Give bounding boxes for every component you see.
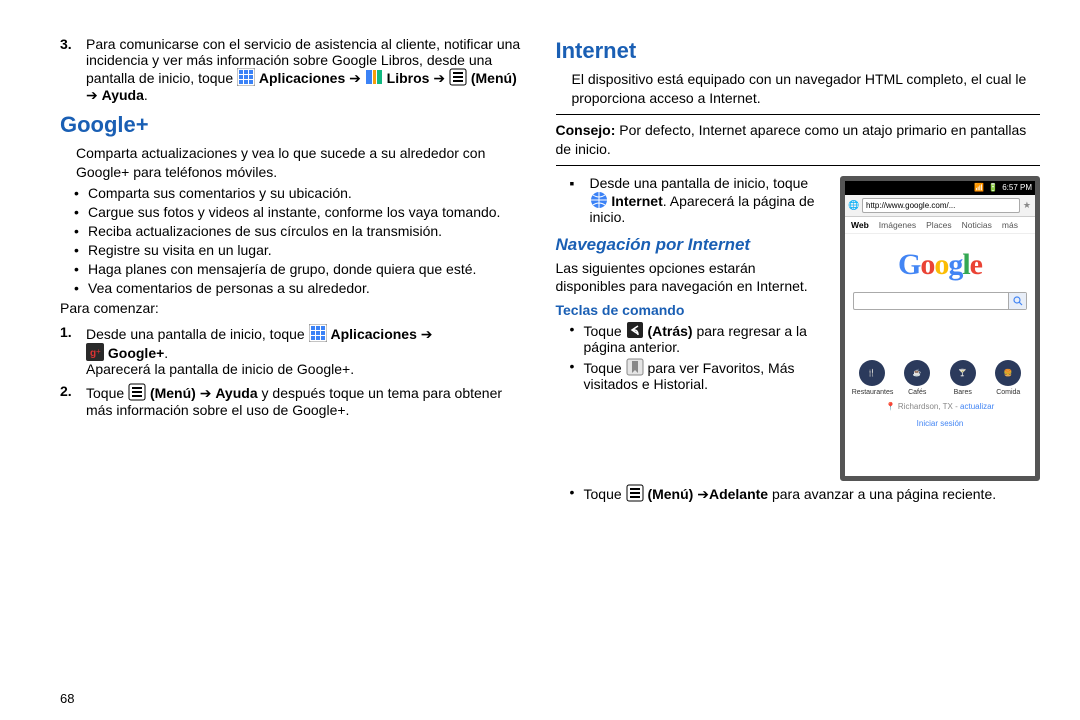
googleplus-intro: Comparta actualizaciones y vea lo que su…: [60, 144, 526, 182]
label-menu: (Menú): [150, 385, 196, 401]
bookmark-icon: [626, 358, 644, 376]
bullet-item: •Haga planes con mensajería de grupo, do…: [60, 261, 526, 277]
divider: [556, 165, 1041, 166]
arrow: ➔: [349, 70, 361, 86]
globe-icon: [590, 191, 608, 209]
heading-googleplus: Google+: [60, 112, 526, 138]
gplus-step-2: 2. Toque (Menú) ➔ Ayuda y después toque …: [60, 383, 526, 418]
back-key-icon: [626, 321, 644, 339]
google-logo: Google: [845, 248, 1035, 282]
search-tabs: Web Imágenes Places Noticias más: [845, 217, 1035, 234]
step-3-number: 3.: [60, 36, 86, 104]
tab-web[interactable]: Web: [851, 220, 869, 230]
square-bullet-icon: ▪: [570, 175, 590, 225]
bookmark-star-icon[interactable]: ★: [1023, 200, 1031, 211]
arrow: ➔: [86, 87, 98, 103]
cmd-bullet: • Toque (Atrás) para regresar a la págin…: [556, 321, 829, 355]
googleplus-icon: g+: [86, 343, 104, 361]
label-aplicaciones: Aplicaciones: [331, 326, 417, 342]
step-3: 3. Para comunicarse con el servicio de a…: [60, 36, 526, 104]
tab-places[interactable]: Places: [926, 220, 952, 230]
url-bar[interactable]: 🌐 http://www.google.com/... ★: [845, 195, 1035, 217]
internet-intro: El dispositivo está equipado con un nave…: [556, 70, 1041, 108]
nav-intro: Las siguientes opciones estarán disponib…: [556, 259, 829, 297]
label-googleplus: Google+: [108, 345, 164, 361]
heading-navegacion: Navegación por Internet: [556, 235, 829, 255]
tab-news[interactable]: Noticias: [962, 220, 992, 230]
heading-teclas: Teclas de comando: [556, 302, 829, 318]
consejo-label: Consejo:: [556, 122, 616, 138]
bullet-item: •Cargue sus fotos y videos al instante, …: [60, 204, 526, 220]
consejo-line: Consejo: Por defecto, Internet aparece c…: [556, 121, 1041, 159]
clock: 6:57 PM: [1002, 183, 1032, 192]
tab-images[interactable]: Imágenes: [879, 220, 916, 230]
menu-icon: [128, 383, 146, 401]
gplus-step-1: 1. Desde una pantalla de inicio, toque A…: [60, 324, 526, 377]
favicon-icon: 🌐: [849, 200, 859, 210]
books-icon: [365, 68, 383, 86]
apps-grid-icon: [237, 68, 255, 86]
search-input[interactable]: [853, 292, 1027, 310]
menu-icon: [449, 68, 467, 86]
refresh-location-link[interactable]: actualizar: [960, 402, 994, 411]
para-comenzar: Para comenzar:: [60, 299, 526, 318]
svg-text:+: +: [96, 347, 101, 356]
tab-more[interactable]: más: [1002, 220, 1018, 230]
wifi-icon: 📶: [974, 183, 984, 192]
phone-preview: 📶 🔋 6:57 PM 🌐 http://www.google.com/... …: [840, 176, 1040, 481]
label-adelante: Adelante: [709, 486, 768, 502]
bullet-item: •Vea comentarios de personas a su alrede…: [60, 280, 526, 296]
label-ayuda: Ayuda: [215, 385, 257, 401]
apps-grid-icon: [309, 324, 327, 342]
url-input[interactable]: http://www.google.com/...: [862, 198, 1020, 213]
page-number: 68: [60, 691, 74, 706]
heading-internet: Internet: [556, 38, 1041, 64]
label-atras: (Atrás): [647, 323, 692, 339]
cmd-bullet: • Toque para ver Favoritos, Más visitado…: [556, 358, 829, 392]
divider: [556, 114, 1041, 115]
cmd-bullet: • Toque (Menú) ➔Adelante para avanzar a …: [556, 484, 1041, 503]
instruction-row: ▪ Desde una pantalla de inicio, toque In…: [556, 175, 829, 225]
label-menu: (Menú): [471, 70, 517, 86]
cat-food[interactable]: 🍔Comida: [988, 360, 1028, 396]
bullet-item: •Reciba actualizaciones de sus círculos …: [60, 223, 526, 239]
search-icon[interactable]: [1008, 293, 1026, 309]
bullet-item: •Comparta sus comentarios y su ubicación…: [60, 185, 526, 201]
label-aplicaciones: Aplicaciones: [259, 70, 345, 86]
sign-in-link[interactable]: Iniciar sesión: [845, 419, 1035, 428]
arrow: ➔: [433, 70, 445, 86]
cat-bars[interactable]: 🍸Bares: [943, 360, 983, 396]
cat-cafes[interactable]: ☕Cafés: [897, 360, 937, 396]
bullet-item: •Registre su visita en un lugar.: [60, 242, 526, 258]
label-libros: Libros: [387, 70, 430, 86]
label-internet: Internet: [611, 193, 662, 209]
label-ayuda: Ayuda: [102, 87, 144, 103]
status-bar: 📶 🔋 6:57 PM: [845, 181, 1035, 195]
category-row: 🍴Restaurantes ☕Cafés 🍸Bares 🍔Comida: [845, 360, 1035, 396]
location-line: 📍 Richardson, TX - actualizar: [845, 402, 1035, 411]
cat-restaurants[interactable]: 🍴Restaurantes: [852, 360, 892, 396]
battery-icon: 🔋: [988, 183, 998, 192]
label-menu: (Menú): [647, 486, 693, 502]
menu-icon: [626, 484, 644, 502]
